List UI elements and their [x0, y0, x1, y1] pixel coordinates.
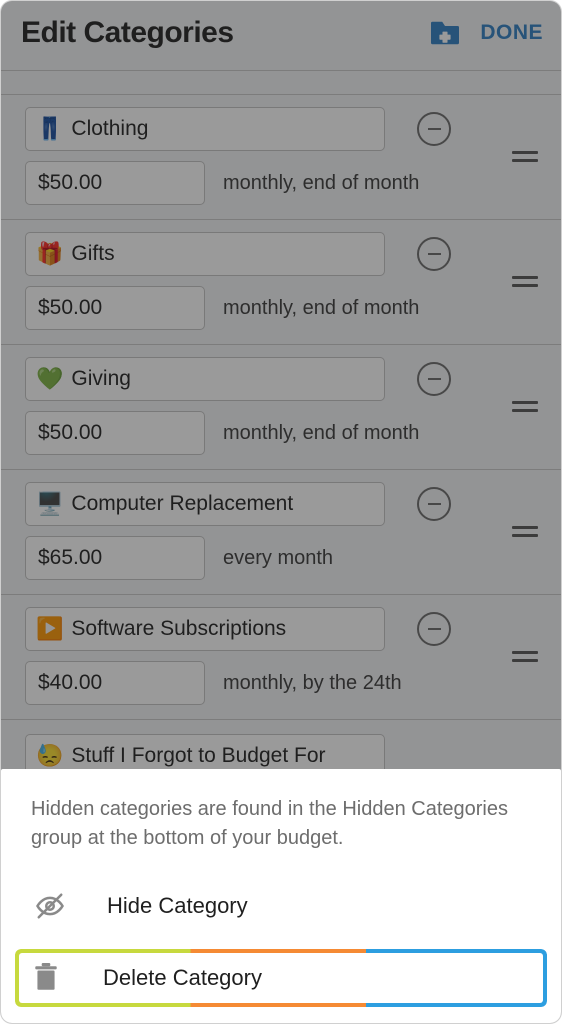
edit-categories-screen: Edit Categories DONE 👖 C: [0, 0, 562, 1024]
trash-icon: [29, 963, 63, 993]
category-action-sheet: Hidden categories are found in the Hidde…: [1, 769, 561, 1023]
hide-icon: [33, 891, 67, 921]
delete-category-action[interactable]: Delete Category: [15, 949, 547, 1007]
sheet-hint-text: Hidden categories are found in the Hidde…: [1, 769, 561, 863]
hide-category-label: Hide Category: [107, 893, 248, 919]
hide-category-action[interactable]: Hide Category: [15, 877, 547, 935]
delete-category-label: Delete Category: [103, 965, 262, 991]
sheet-actions: Hide Category Delete Category: [1, 863, 561, 1023]
